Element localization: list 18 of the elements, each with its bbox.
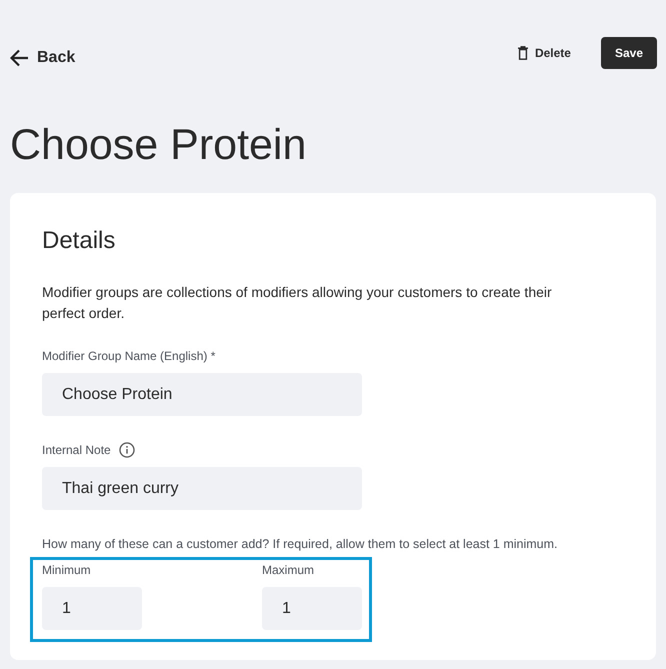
text-field[interactable]: Choose Protein [42, 373, 362, 416]
text-field[interactable]: 1 [42, 587, 142, 630]
trash-icon [518, 46, 528, 60]
field-label: Modifier Group Name (English) * [42, 348, 216, 364]
delete-button[interactable]: Delete [518, 46, 571, 60]
back-arrow-icon [10, 49, 29, 67]
hint-text: How many of these can a customer add? If required, allow them to select at least 1 minimum. [42, 536, 559, 552]
field-label: Internal Note [42, 442, 111, 458]
page-title: Choose Protein [10, 121, 306, 169]
field-label: Maximum [262, 562, 314, 578]
text-field[interactable]: 1 [262, 587, 362, 630]
back-button[interactable]: Back [10, 49, 76, 67]
field-label: Minimum [42, 562, 91, 578]
description-text: Modifier groups are collections of modifiers allowing your customers to create their perfect order. [42, 283, 553, 323]
save-button[interactable]: Save [600, 37, 657, 69]
section-heading: Details [42, 227, 116, 255]
text-field[interactable]: Thai green curry [42, 467, 362, 510]
info-icon[interactable] [118, 442, 135, 458]
